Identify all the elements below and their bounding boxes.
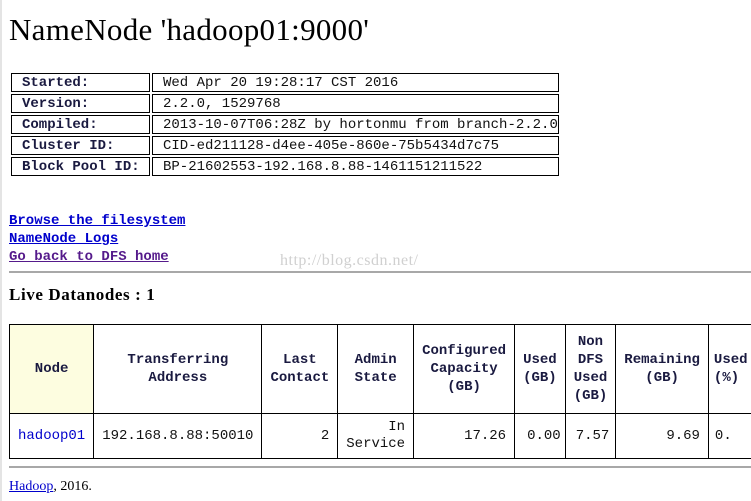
column-header-last-contact[interactable]: Last Contact [261, 324, 339, 414]
remaining-cell: 9.69 [615, 413, 709, 459]
datanodes-table: Node Transferring Address Last Contact A… [8, 324, 751, 459]
dfs-home-link[interactable]: Go back to DFS home [9, 248, 185, 266]
node-link[interactable]: hadoop01 [18, 428, 85, 444]
nav-links: Browse the filesystem NameNode Logs Go b… [9, 212, 185, 266]
node-cell: hadoop01 [8, 413, 95, 459]
info-label: Block Pool ID: [11, 157, 150, 176]
info-label: Cluster ID: [11, 136, 150, 155]
namenode-info-table: Started: Wed Apr 20 19:28:17 CST 2016 Ve… [9, 71, 561, 178]
page-title: NameNode 'hadoop01:9000' [9, 12, 370, 47]
info-row-cluster-id: Cluster ID: CID-ed211128-d4ee-405e-860e-… [11, 136, 559, 155]
info-label: Compiled: [11, 115, 150, 134]
info-value: BP-21602553-192.168.8.88-1461151211522 [152, 157, 559, 176]
info-row-started: Started: Wed Apr 20 19:28:17 CST 2016 [11, 73, 559, 92]
used-pct-cell: 0. [707, 413, 751, 459]
non-dfs-used-cell: 7.57 [564, 413, 617, 459]
hadoop-link[interactable]: Hadoop [9, 479, 53, 494]
info-value: 2.2.0, 1529768 [152, 94, 559, 113]
footer-text: , 2016. [53, 479, 92, 494]
column-header-address[interactable]: Transferring Address [93, 324, 263, 414]
footer: Hadoop, 2016. [9, 479, 92, 495]
column-header-non-dfs-used[interactable]: Non DFS Used (GB) [564, 324, 617, 414]
info-value: Wed Apr 20 19:28:17 CST 2016 [152, 73, 559, 92]
info-row-version: Version: 2.2.0, 1529768 [11, 94, 559, 113]
browse-filesystem-link[interactable]: Browse the filesystem [9, 212, 185, 230]
namenode-logs-link[interactable]: NameNode Logs [9, 230, 185, 248]
info-value: CID-ed211128-d4ee-405e-860e-75b5434d7c75 [152, 136, 559, 155]
info-value: 2013-10-07T06:28Z by hortonmu from branc… [152, 115, 559, 134]
column-header-used[interactable]: Used (GB) [514, 324, 566, 414]
live-datanodes-heading: Live Datanodes : 1 [9, 285, 156, 304]
column-header-used-pct[interactable]: Used (%) [707, 324, 751, 414]
used-cell: 0.00 [514, 413, 566, 459]
footer-divider [9, 466, 751, 468]
table-row: hadoop01 192.168.8.88:50010 2 In Service… [8, 413, 751, 459]
info-label: Version: [11, 94, 150, 113]
admin-state-cell: In Service [337, 413, 415, 459]
column-header-remaining[interactable]: Remaining (GB) [615, 324, 709, 414]
window-edge [0, 0, 2, 501]
address-cell: 192.168.8.88:50010 [93, 413, 263, 459]
info-row-compiled: Compiled: 2013-10-07T06:28Z by hortonmu … [11, 115, 559, 134]
last-contact-cell: 2 [261, 413, 339, 459]
column-header-capacity[interactable]: Configured Capacity (GB) [413, 324, 516, 414]
column-header-admin-state[interactable]: Admin State [337, 324, 415, 414]
info-label: Started: [11, 73, 150, 92]
table-header-row: Node Transferring Address Last Contact A… [8, 324, 751, 414]
watermark: http://blog.csdn.net/ [280, 252, 419, 269]
capacity-cell: 17.26 [413, 413, 516, 459]
info-row-block-pool-id: Block Pool ID: BP-21602553-192.168.8.88-… [11, 157, 559, 176]
column-header-node[interactable]: Node [8, 324, 95, 414]
divider [9, 271, 751, 273]
